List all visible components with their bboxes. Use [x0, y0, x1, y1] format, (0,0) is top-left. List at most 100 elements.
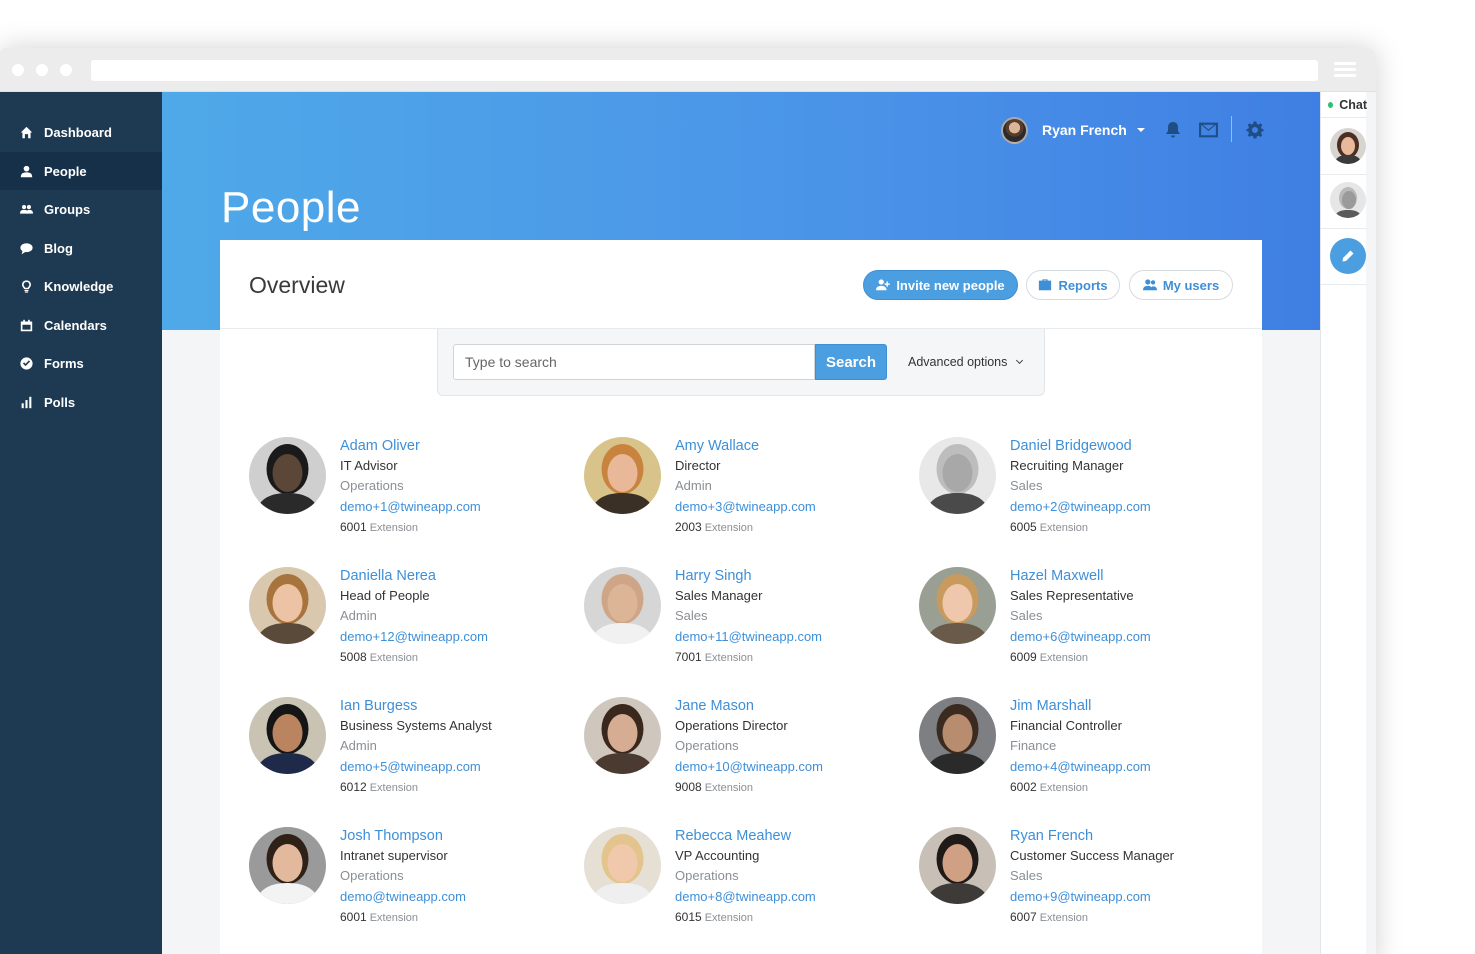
card-title: Overview — [249, 272, 345, 298]
sidebar-item-people[interactable]: People — [0, 152, 162, 190]
extension-number: 6005 — [1010, 520, 1037, 534]
person-info: Jim Marshall Financial Controller Finance d… — [1010, 697, 1250, 799]
sidebar-item-blog[interactable]: Blog — [0, 229, 162, 267]
person-card[interactable]: Hazel Maxwell Sales Representative Sales de… — [919, 567, 1239, 677]
person-avatar[interactable] — [249, 437, 326, 514]
person-email[interactable]: demo+4@twineapp.com — [1010, 756, 1250, 777]
sidebar-item-groups[interactable]: Groups — [0, 190, 162, 228]
person-avatar[interactable] — [584, 697, 661, 774]
person-email[interactable]: demo+2@twineapp.com — [1010, 496, 1250, 517]
person-name[interactable]: Amy Wallace — [675, 436, 915, 456]
sidebar-item-polls[interactable]: Polls — [0, 383, 162, 421]
person-card[interactable]: Jane Mason Operations Director Operations d… — [584, 697, 904, 807]
person-email[interactable]: demo+1@twineapp.com — [340, 496, 580, 517]
person-email[interactable]: demo+11@twineapp.com — [675, 626, 915, 647]
person-department: Operations — [675, 868, 739, 883]
person-avatar[interactable] — [584, 827, 661, 904]
window-minimize-dot[interactable] — [36, 64, 48, 76]
topbar-divider — [1231, 116, 1232, 142]
extension-number: 9008 — [675, 780, 702, 794]
sidebar-item-calendars[interactable]: Calendars — [0, 306, 162, 344]
extension-number: 6007 — [1010, 910, 1037, 924]
my-users-button[interactable]: My users — [1129, 270, 1233, 300]
person-email[interactable]: demo+8@twineapp.com — [675, 886, 915, 907]
person-info: Jane Mason Operations Director Operations d… — [675, 697, 915, 799]
person-name[interactable]: Josh Thompson — [340, 826, 580, 846]
bar-chart-icon — [18, 394, 34, 410]
person-title: Business Systems Analyst — [340, 718, 492, 733]
compose-message-button[interactable] — [1330, 238, 1366, 274]
person-card[interactable]: Daniel Bridgewood Recruiting Manager Sales… — [919, 437, 1239, 547]
person-info: Rebecca Meahew VP Accounting Operations dem… — [675, 827, 915, 929]
person-name[interactable]: Ian Burgess — [340, 696, 580, 716]
person-card[interactable]: Amy Wallace Director Admin demo+3@twineapp.… — [584, 437, 904, 547]
person-name[interactable]: Daniel Bridgewood — [1010, 436, 1250, 456]
person-name[interactable]: Jim Marshall — [1010, 696, 1250, 716]
person-name[interactable]: Ryan French — [1010, 826, 1250, 846]
sidebar-item-knowledge[interactable]: Knowledge — [0, 267, 162, 305]
mail-icon[interactable] — [1198, 115, 1219, 145]
person-avatar[interactable] — [249, 827, 326, 904]
online-status-icon — [1328, 101, 1334, 108]
window-zoom-dot[interactable] — [60, 64, 72, 76]
chat-panel: Chat — [1320, 92, 1367, 954]
person-avatar[interactable] — [919, 827, 996, 904]
extension-label: Extension — [369, 522, 419, 534]
extension-label: Extension — [704, 912, 754, 924]
person-name[interactable]: Jane Mason — [675, 696, 915, 716]
person-avatar[interactable] — [919, 697, 996, 774]
reports-button[interactable]: Reports — [1026, 270, 1120, 300]
person-card[interactable]: Harry Singh Sales Manager Sales demo+11@twi… — [584, 567, 904, 677]
advanced-options-dropdown[interactable]: Advanced options — [908, 355, 1024, 369]
person-email[interactable]: demo+3@twineapp.com — [675, 496, 915, 517]
address-bar[interactable] — [91, 60, 1318, 81]
person-email[interactable]: demo+5@twineapp.com — [340, 756, 580, 777]
person-card[interactable]: Josh Thompson Intranet supervisor Operatio… — [249, 827, 569, 937]
person-email[interactable]: demo+9@twineapp.com — [1010, 886, 1250, 907]
person-email[interactable]: demo+6@twineapp.com — [1010, 626, 1250, 647]
person-card[interactable]: Daniella Nerea Head of People Admin demo+12… — [249, 567, 569, 677]
person-avatar[interactable] — [249, 567, 326, 644]
user-menu[interactable]: Ryan French — [1001, 115, 1145, 145]
person-avatar[interactable] — [584, 437, 661, 514]
gear-icon[interactable] — [1246, 115, 1264, 145]
search-input[interactable] — [453, 344, 815, 380]
extension-label: Extension — [1039, 782, 1089, 794]
person-info: Adam Oliver IT Advisor Operations demo+1@tw… — [340, 437, 580, 539]
person-name[interactable]: Adam Oliver — [340, 436, 580, 456]
person-card[interactable]: Jim Marshall Financial Controller Finance d… — [919, 697, 1239, 807]
briefcase-icon — [1039, 279, 1052, 291]
person-name[interactable]: Hazel Maxwell — [1010, 566, 1250, 586]
person-card[interactable]: Ryan French Customer Success Manager Sales… — [919, 827, 1239, 937]
person-avatar[interactable] — [584, 567, 661, 644]
person-department: Operations — [675, 738, 739, 753]
person-avatar[interactable] — [249, 697, 326, 774]
person-email[interactable]: demo@twineapp.com — [340, 886, 580, 907]
person-email[interactable]: demo+10@twineapp.com — [675, 756, 915, 777]
add-user-icon — [876, 279, 891, 291]
person-avatar[interactable] — [919, 437, 996, 514]
sidebar-item-dashboard[interactable]: Dashboard — [0, 113, 162, 151]
person-email[interactable]: demo+12@twineapp.com — [340, 626, 580, 647]
window-close-dot[interactable] — [12, 64, 24, 76]
person-name[interactable]: Harry Singh — [675, 566, 915, 586]
chat-header[interactable]: Chat — [1321, 92, 1367, 118]
chat-contact-avatar[interactable] — [1330, 182, 1366, 218]
search-button[interactable]: Search — [815, 344, 887, 380]
sidebar-item-forms[interactable]: Forms — [0, 344, 162, 382]
browser-menu-icon[interactable] — [1334, 62, 1356, 78]
person-card[interactable]: Rebecca Meahew VP Accounting Operations dem… — [584, 827, 904, 937]
invite-new-people-button[interactable]: Invite new people — [863, 270, 1018, 300]
sidebar-item-label: Calendars — [44, 317, 107, 333]
bell-icon[interactable] — [1164, 115, 1182, 145]
person-card[interactable]: Ian Burgess Business Systems Analyst Admin… — [249, 697, 569, 807]
person-card[interactable]: Adam Oliver IT Advisor Operations demo+1@tw… — [249, 437, 569, 547]
lightbulb-icon — [18, 278, 34, 294]
person-name[interactable]: Rebecca Meahew — [675, 826, 915, 846]
chat-contact-avatar[interactable] — [1330, 128, 1366, 164]
person-avatar[interactable] — [919, 567, 996, 644]
person-name[interactable]: Daniella Nerea — [340, 566, 580, 586]
extension-number: 6002 — [1010, 780, 1037, 794]
person-extension: 5008 Extension — [340, 647, 580, 669]
extension-label: Extension — [704, 652, 754, 664]
